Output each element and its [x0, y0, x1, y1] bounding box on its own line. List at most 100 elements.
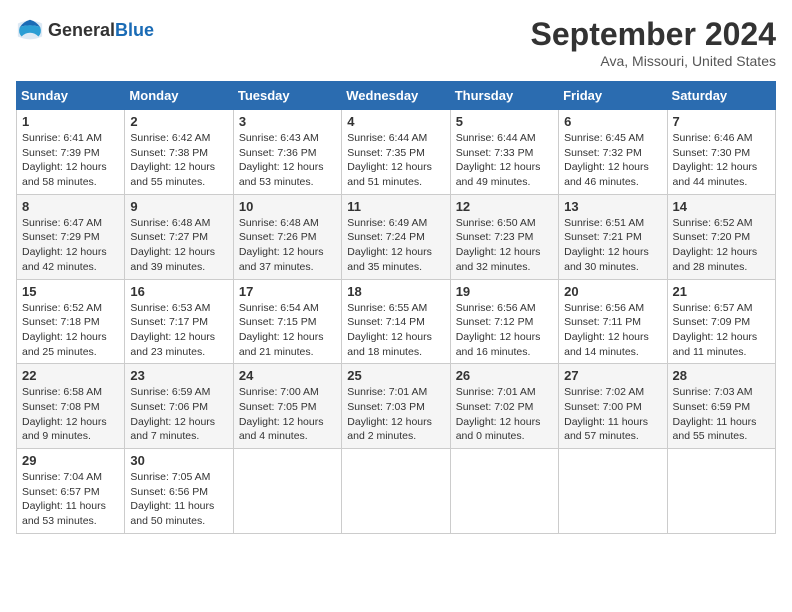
- location: Ava, Missouri, United States: [531, 53, 776, 69]
- day-number: 17: [239, 284, 336, 299]
- day-info: Sunrise: 7:03 AM Sunset: 6:59 PM Dayligh…: [673, 385, 770, 444]
- calendar-day: 8 Sunrise: 6:47 AM Sunset: 7:29 PM Daylig…: [17, 194, 125, 279]
- calendar-day: 3 Sunrise: 6:43 AM Sunset: 7:36 PM Daylig…: [233, 110, 341, 195]
- day-info: Sunrise: 6:56 AM Sunset: 7:11 PM Dayligh…: [564, 301, 661, 360]
- day-number: 26: [456, 368, 553, 383]
- calendar-day: [233, 449, 341, 534]
- weekday-header: Monday: [125, 82, 233, 110]
- weekday-header-row: SundayMondayTuesdayWednesdayThursdayFrid…: [17, 82, 776, 110]
- day-info: Sunrise: 6:57 AM Sunset: 7:09 PM Dayligh…: [673, 301, 770, 360]
- day-number: 7: [673, 114, 770, 129]
- calendar-day: [450, 449, 558, 534]
- day-info: Sunrise: 7:01 AM Sunset: 7:03 PM Dayligh…: [347, 385, 444, 444]
- day-number: 20: [564, 284, 661, 299]
- day-info: Sunrise: 6:42 AM Sunset: 7:38 PM Dayligh…: [130, 131, 227, 190]
- day-info: Sunrise: 6:48 AM Sunset: 7:27 PM Dayligh…: [130, 216, 227, 275]
- calendar-day: 11Sunrise: 6:49 AM Sunset: 7:24 PM Dayli…: [342, 194, 450, 279]
- day-number: 6: [564, 114, 661, 129]
- day-info: Sunrise: 6:43 AM Sunset: 7:36 PM Dayligh…: [239, 131, 336, 190]
- weekday-header: Sunday: [17, 82, 125, 110]
- day-number: 22: [22, 368, 119, 383]
- calendar-day: 9 Sunrise: 6:48 AM Sunset: 7:27 PM Daylig…: [125, 194, 233, 279]
- day-number: 19: [456, 284, 553, 299]
- logo-text: GeneralBlue: [48, 20, 154, 41]
- day-info: Sunrise: 6:44 AM Sunset: 7:35 PM Dayligh…: [347, 131, 444, 190]
- page-header: GeneralBlue September 2024 Ava, Missouri…: [16, 16, 776, 69]
- day-info: Sunrise: 6:47 AM Sunset: 7:29 PM Dayligh…: [22, 216, 119, 275]
- day-info: Sunrise: 6:53 AM Sunset: 7:17 PM Dayligh…: [130, 301, 227, 360]
- calendar-day: 25 Sunrise: 7:01 AM Sunset: 7:03 PM Dayli…: [342, 364, 450, 449]
- day-number: 16: [130, 284, 227, 299]
- weekday-header: Friday: [559, 82, 667, 110]
- day-number: 15: [22, 284, 119, 299]
- calendar-week-row: 22Sunrise: 6:58 AM Sunset: 7:08 PM Dayli…: [17, 364, 776, 449]
- calendar-week-row: 15 Sunrise: 6:52 AM Sunset: 7:18 PM Dayli…: [17, 279, 776, 364]
- weekday-header: Saturday: [667, 82, 775, 110]
- day-info: Sunrise: 7:00 AM Sunset: 7:05 PM Dayligh…: [239, 385, 336, 444]
- day-number: 29: [22, 453, 119, 468]
- calendar-day: 30Sunrise: 7:05 AM Sunset: 6:56 PM Dayli…: [125, 449, 233, 534]
- calendar-day: 2 Sunrise: 6:42 AM Sunset: 7:38 PM Daylig…: [125, 110, 233, 195]
- calendar-day: 15 Sunrise: 6:52 AM Sunset: 7:18 PM Dayli…: [17, 279, 125, 364]
- calendar-week-row: 8 Sunrise: 6:47 AM Sunset: 7:29 PM Daylig…: [17, 194, 776, 279]
- calendar-day: 19 Sunrise: 6:56 AM Sunset: 7:12 PM Dayli…: [450, 279, 558, 364]
- day-info: Sunrise: 6:52 AM Sunset: 7:18 PM Dayligh…: [22, 301, 119, 360]
- day-info: Sunrise: 6:46 AM Sunset: 7:30 PM Dayligh…: [673, 131, 770, 190]
- calendar-day: 20 Sunrise: 6:56 AM Sunset: 7:11 PM Dayli…: [559, 279, 667, 364]
- weekday-header: Thursday: [450, 82, 558, 110]
- calendar-week-row: 29Sunrise: 7:04 AM Sunset: 6:57 PM Dayli…: [17, 449, 776, 534]
- calendar-day: 13 Sunrise: 6:51 AM Sunset: 7:21 PM Dayli…: [559, 194, 667, 279]
- calendar-day: 5 Sunrise: 6:44 AM Sunset: 7:33 PM Daylig…: [450, 110, 558, 195]
- calendar-day: 7 Sunrise: 6:46 AM Sunset: 7:30 PM Daylig…: [667, 110, 775, 195]
- day-number: 10: [239, 199, 336, 214]
- calendar-day: 22Sunrise: 6:58 AM Sunset: 7:08 PM Dayli…: [17, 364, 125, 449]
- day-number: 25: [347, 368, 444, 383]
- calendar-day: 1 Sunrise: 6:41 AM Sunset: 7:39 PM Daylig…: [17, 110, 125, 195]
- day-number: 9: [130, 199, 227, 214]
- calendar-day: 6Sunrise: 6:45 AM Sunset: 7:32 PM Daylig…: [559, 110, 667, 195]
- calendar-day: 27 Sunrise: 7:02 AM Sunset: 7:00 PM Dayli…: [559, 364, 667, 449]
- day-info: Sunrise: 6:52 AM Sunset: 7:20 PM Dayligh…: [673, 216, 770, 275]
- day-info: Sunrise: 6:59 AM Sunset: 7:06 PM Dayligh…: [130, 385, 227, 444]
- day-info: Sunrise: 7:01 AM Sunset: 7:02 PM Dayligh…: [456, 385, 553, 444]
- title-block: September 2024 Ava, Missouri, United Sta…: [531, 16, 776, 69]
- calendar-day: 16 Sunrise: 6:53 AM Sunset: 7:17 PM Dayli…: [125, 279, 233, 364]
- day-info: Sunrise: 6:44 AM Sunset: 7:33 PM Dayligh…: [456, 131, 553, 190]
- weekday-header: Wednesday: [342, 82, 450, 110]
- day-info: Sunrise: 6:41 AM Sunset: 7:39 PM Dayligh…: [22, 131, 119, 190]
- day-info: Sunrise: 6:56 AM Sunset: 7:12 PM Dayligh…: [456, 301, 553, 360]
- day-number: 30: [130, 453, 227, 468]
- calendar-day: 28 Sunrise: 7:03 AM Sunset: 6:59 PM Dayli…: [667, 364, 775, 449]
- day-info: Sunrise: 6:51 AM Sunset: 7:21 PM Dayligh…: [564, 216, 661, 275]
- day-number: 24: [239, 368, 336, 383]
- calendar-day: 4Sunrise: 6:44 AM Sunset: 7:35 PM Daylig…: [342, 110, 450, 195]
- calendar-day: 26 Sunrise: 7:01 AM Sunset: 7:02 PM Dayli…: [450, 364, 558, 449]
- day-number: 2: [130, 114, 227, 129]
- calendar-table: SundayMondayTuesdayWednesdayThursdayFrid…: [16, 81, 776, 534]
- day-number: 11: [347, 199, 444, 214]
- day-number: 8: [22, 199, 119, 214]
- day-info: Sunrise: 6:54 AM Sunset: 7:15 PM Dayligh…: [239, 301, 336, 360]
- month-title: September 2024: [531, 16, 776, 53]
- logo: GeneralBlue: [16, 16, 154, 44]
- day-number: 3: [239, 114, 336, 129]
- calendar-day: 21Sunrise: 6:57 AM Sunset: 7:09 PM Dayli…: [667, 279, 775, 364]
- day-number: 27: [564, 368, 661, 383]
- day-number: 1: [22, 114, 119, 129]
- calendar-week-row: 1 Sunrise: 6:41 AM Sunset: 7:39 PM Daylig…: [17, 110, 776, 195]
- calendar-day: [667, 449, 775, 534]
- weekday-header: Tuesday: [233, 82, 341, 110]
- day-number: 23: [130, 368, 227, 383]
- day-info: Sunrise: 6:50 AM Sunset: 7:23 PM Dayligh…: [456, 216, 553, 275]
- calendar-day: 29Sunrise: 7:04 AM Sunset: 6:57 PM Dayli…: [17, 449, 125, 534]
- day-number: 28: [673, 368, 770, 383]
- day-info: Sunrise: 7:02 AM Sunset: 7:00 PM Dayligh…: [564, 385, 661, 444]
- day-number: 5: [456, 114, 553, 129]
- calendar-day: 17 Sunrise: 6:54 AM Sunset: 7:15 PM Dayli…: [233, 279, 341, 364]
- calendar-day: [342, 449, 450, 534]
- day-number: 13: [564, 199, 661, 214]
- calendar-day: [559, 449, 667, 534]
- calendar-day: 24 Sunrise: 7:00 AM Sunset: 7:05 PM Dayli…: [233, 364, 341, 449]
- day-info: Sunrise: 6:55 AM Sunset: 7:14 PM Dayligh…: [347, 301, 444, 360]
- calendar-day: 14Sunrise: 6:52 AM Sunset: 7:20 PM Dayli…: [667, 194, 775, 279]
